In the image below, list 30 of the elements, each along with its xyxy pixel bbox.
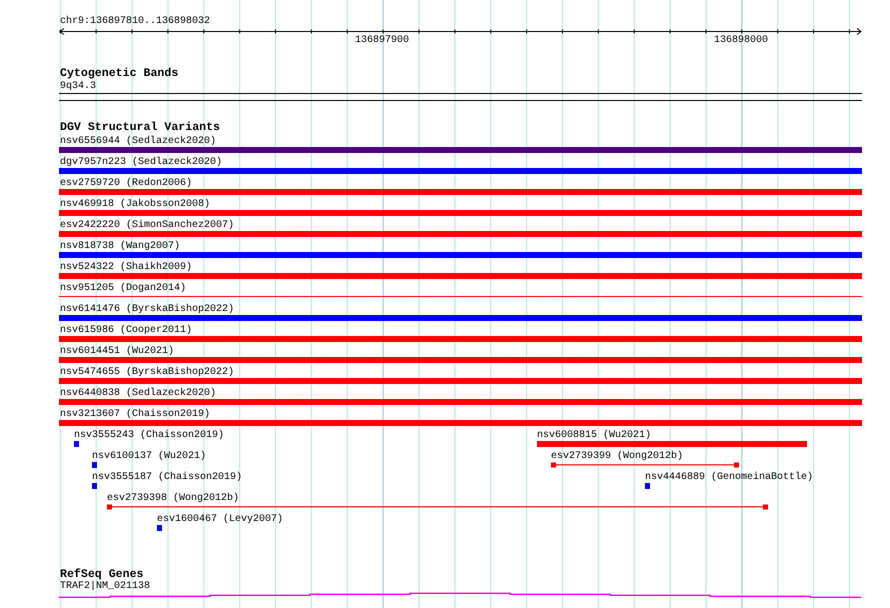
variant-label: nsv3555187 (Chaisson2019) [92, 472, 242, 483]
variant-label: nsv3213607 (Chaisson2019) [59, 409, 210, 420]
track-title: Cytogenetic Bands [59, 68, 178, 80]
variant-label: nsv951205 (Dogan2014) [59, 283, 186, 294]
variant-label: nsv6014451 (Wu2021) [59, 346, 174, 357]
band-label: 9q34.3 [59, 81, 96, 92]
variant-label: nsv3555243 (Chaisson2019) [74, 430, 224, 441]
track-title: DGV Structural Variants [59, 122, 220, 134]
gene-label: TRAF2|NM_021138 [59, 581, 150, 592]
variant-label: esv2422220 (SimonSanchez2007) [59, 220, 234, 231]
variant-label: nsv6141476 (ByrskaBishop2022) [59, 304, 234, 315]
variant-label: esv2739399 (Wong2012b) [551, 451, 684, 462]
variant-label: nsv524322 (Shaikh2009) [59, 262, 192, 273]
variant-label: nsv818738 (Wang2007) [59, 241, 180, 252]
variant-label: nsv6556944 (Sedlazeck2020) [59, 136, 216, 147]
ruler-label: 136898000 [714, 35, 768, 46]
variant-label: esv2739398 (Wong2012b) [107, 493, 240, 504]
variant-label: esv2759720 (Redon2006) [59, 178, 192, 189]
variant-label: nsv469918 (Jakobsson2008) [59, 199, 210, 210]
variant-label: esv1600467 (Levy2007) [157, 514, 284, 525]
variant-label: nsv5474655 (ByrskaBishop2022) [59, 367, 234, 378]
variant-label: nsv4446889 (GenomeinaBottle) [645, 472, 814, 483]
track-title: RefSeq Genes [59, 569, 144, 581]
variant-label: nsv6440838 (Sedlazeck2020) [59, 388, 216, 399]
variant-label: nsv615986 (Cooper2011) [59, 325, 192, 336]
variant-label: nsv6100137 (Wu2021) [92, 451, 206, 462]
variant-label: dgv7957n223 (Sedlazeck2020) [59, 157, 222, 168]
variant-label: nsv6008815 (Wu2021) [537, 430, 652, 441]
ruler-label: 136897900 [355, 35, 410, 46]
location-label: chr9:136897810..136898032 [59, 16, 210, 27]
